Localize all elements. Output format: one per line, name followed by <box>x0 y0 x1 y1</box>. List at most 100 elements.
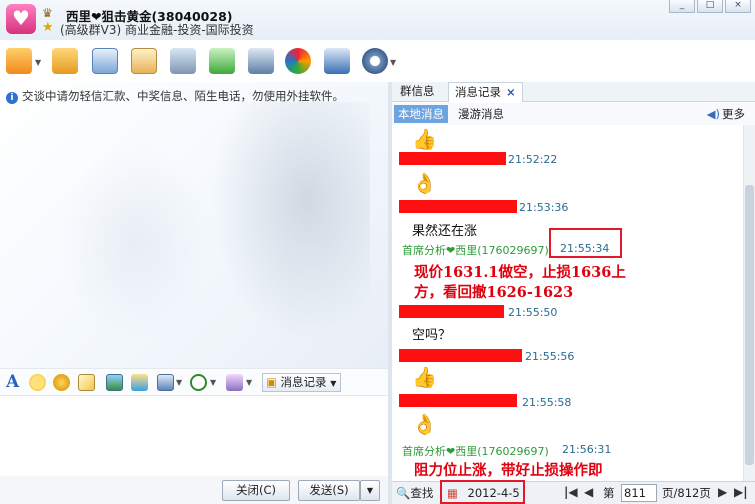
message-time: 21:55:58 <box>522 396 572 409</box>
message-time: 21:55:50 <box>508 306 558 319</box>
message-text: 空吗？ <box>412 328 452 343</box>
tab-label: 消息记录 <box>455 85 501 99</box>
scrollbar-thumb[interactable] <box>745 185 754 465</box>
more-label: 更多 <box>722 107 745 121</box>
message-text: 果然还在涨 <box>412 224 478 239</box>
chat-record-icon: ▣ <box>266 375 277 389</box>
redacted-sender <box>399 152 506 165</box>
title-bar: ♥ ♛ ★ 西里❤狙击黄金(38040028) (高级群V3) 商业金融-投资-… <box>0 0 755 40</box>
background-figure <box>60 142 210 342</box>
record-footer: 🔍查找 ▦ 2012-4-5 |◀ ◀ 第 811 页/812页 ▶ ▶| <box>392 480 755 504</box>
annotation-text: 阻力位止涨，带好止损操作即 <box>414 462 603 479</box>
chevron-down-icon[interactable]: ▼ <box>390 58 396 67</box>
tab-roaming-messages[interactable]: 漫游消息 <box>454 105 508 123</box>
page-total: 页/812页 <box>662 486 711 500</box>
magic-face-icon[interactable] <box>53 374 70 391</box>
doodle-icon[interactable] <box>78 374 95 391</box>
message-source-tabs: 本地消息 漫游消息 ◀) 更多 <box>392 103 755 125</box>
tab-message-record[interactable]: 消息记录 × <box>448 82 523 102</box>
thumb-gesture-icon: 👍 <box>412 365 437 389</box>
ok-gesture-icon: 👌 <box>412 412 437 436</box>
minimize-button[interactable]: _ <box>669 0 695 13</box>
more-button[interactable]: ◀) 更多 <box>707 106 745 122</box>
send-bar: 关闭(C) 发送(S) ▼ <box>0 476 388 504</box>
add-app-icon[interactable] <box>209 48 235 74</box>
find-label: 查找 <box>410 486 434 500</box>
chat-history: 👍 21:52:22 👌 21:53:36 果然还在涨 首席分析❤西里(1760… <box>392 125 743 481</box>
star-icon: ★ <box>42 20 54 35</box>
send-options-button[interactable]: ▼ <box>360 480 380 501</box>
next-page-button[interactable]: ▶ <box>718 485 727 499</box>
message-time: 21:55:56 <box>525 350 575 363</box>
close-icon[interactable]: × <box>506 85 516 99</box>
sync-icon[interactable] <box>285 48 311 74</box>
tab-label: 群信息 <box>400 84 435 98</box>
page-number-input[interactable]: 811 <box>621 484 657 502</box>
app-logo-icon: ♥ <box>6 4 36 34</box>
redacted-sender <box>399 305 504 318</box>
screenshot-icon[interactable] <box>131 374 148 391</box>
recharge-icon[interactable] <box>190 374 207 391</box>
smiley-icon[interactable] <box>29 374 46 391</box>
page-prefix: 第 <box>603 486 615 500</box>
message-sender: 首席分析❤西里(176029697) <box>402 244 549 257</box>
music-icon[interactable] <box>157 374 174 391</box>
message-input[interactable] <box>0 396 388 476</box>
photo-album-icon[interactable] <box>131 48 157 74</box>
tools-icon[interactable] <box>248 48 274 74</box>
game-icon[interactable] <box>170 48 196 74</box>
tab-group-info[interactable]: 群信息 <box>394 82 441 102</box>
find-button[interactable]: 🔍查找 <box>396 485 433 502</box>
background-figure <box>210 102 370 342</box>
message-time: 21:56:31 <box>562 443 612 456</box>
chevron-down-icon[interactable]: ▼ <box>35 58 41 67</box>
document-icon[interactable] <box>92 48 118 74</box>
left-chat-pane: i 交谈中请勿轻信汇款、中奖信息、陌生电话，勿使用外挂软件。 <box>0 82 388 370</box>
group-subtitle: (高级群V3) 商业金融-投资-国际投资 <box>60 23 254 37</box>
message-record-label: 消息记录 <box>280 375 327 389</box>
annotation-text: 方，看回撤1626-1623 <box>414 284 574 301</box>
crown-icon: ♛ <box>42 6 53 20</box>
highlight-box <box>549 228 622 258</box>
ok-gesture-icon: 👌 <box>412 171 437 195</box>
redacted-sender <box>399 349 522 362</box>
message-time: 21:52:22 <box>508 153 558 166</box>
message-sender: 首席分析❤西里(176029697) <box>402 445 549 458</box>
chevron-down-icon: ▼ <box>330 379 337 388</box>
input-toolbar: A ▼ ▼ ▼ ▣ 消息记录 ▼ <box>0 368 388 396</box>
message-record-button[interactable]: ▣ 消息记录 ▼ <box>262 373 342 392</box>
first-page-button[interactable]: |◀ <box>564 485 578 499</box>
close-button[interactable]: 关闭(C) <box>222 480 290 501</box>
gear-icon[interactable] <box>362 48 388 74</box>
notice-text: 交谈中请勿轻信汇款、中奖信息、陌生电话，勿使用外挂软件。 <box>22 89 344 103</box>
redacted-sender <box>399 394 517 407</box>
chevron-down-icon[interactable]: ▼ <box>246 378 252 387</box>
info-icon: i <box>6 92 18 104</box>
highlight-box <box>440 480 525 504</box>
redacted-sender <box>399 200 517 213</box>
chevron-down-icon[interactable]: ▼ <box>210 378 216 387</box>
search-icon: 🔍 <box>396 486 411 500</box>
security-notice: i 交谈中请勿轻信汇款、中奖信息、陌生电话，勿使用外挂软件。 <box>6 88 344 104</box>
right-panel-tabs: 群信息 消息记录 × <box>392 82 755 102</box>
settings-person-icon[interactable] <box>324 48 350 74</box>
chat-scrollbar[interactable] <box>743 125 755 481</box>
chevron-down-icon[interactable]: ▼ <box>176 378 182 387</box>
window-controls: _ □ × <box>669 0 751 13</box>
close-window-button[interactable]: × <box>725 0 751 13</box>
thumb-gesture-icon: 👍 <box>412 127 437 151</box>
last-page-button[interactable]: ▶| <box>734 485 748 499</box>
maximize-button[interactable]: □ <box>697 0 723 13</box>
folder-icon[interactable] <box>52 48 78 74</box>
home-icon[interactable] <box>6 48 32 74</box>
message-time: 21:53:36 <box>519 201 569 214</box>
speaker-icon: ◀) <box>706 107 720 121</box>
send-button[interactable]: 发送(S) <box>298 480 360 501</box>
main-toolbar: ▼ ▼ <box>0 44 400 82</box>
prev-page-button[interactable]: ◀ <box>584 485 593 499</box>
image-icon[interactable] <box>106 374 123 391</box>
annotation-text: 现价1631.1做空，止损1636上 <box>414 264 626 281</box>
tab-local-messages[interactable]: 本地消息 <box>394 105 448 123</box>
video-icon[interactable] <box>226 374 243 391</box>
font-icon[interactable]: A <box>6 372 19 392</box>
